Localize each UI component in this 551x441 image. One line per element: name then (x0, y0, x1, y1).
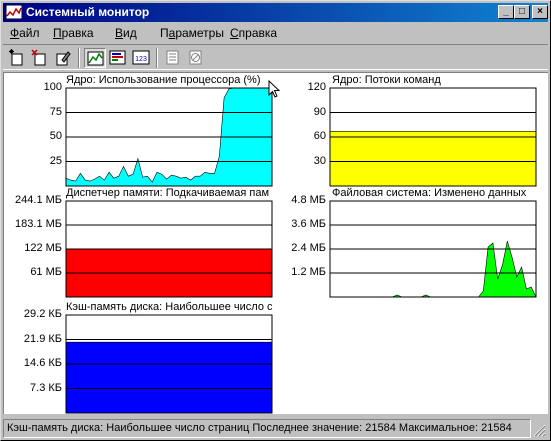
resize-grip-icon[interactable] (533, 424, 546, 437)
menu-edit-accesskey: П (53, 26, 62, 40)
edit-chart-icon (56, 51, 71, 66)
menu-view-accesskey: В (115, 26, 124, 40)
delete-chart-icon (31, 49, 46, 66)
bar-view-icon (109, 50, 126, 65)
status-bar: Кэш-память диска: Наибольшее число стран… (3, 418, 548, 439)
menu-edit-rest: равка (61, 26, 94, 40)
menu-file[interactable]: Файл (10, 26, 40, 40)
delete-chart-button[interactable] (29, 48, 51, 68)
clear-icon (189, 50, 202, 65)
numeric-view-text: 123 (135, 56, 147, 63)
options-button[interactable] (162, 48, 184, 68)
bar-view-button[interactable] (107, 48, 129, 68)
menu-help-rest: правка (238, 26, 278, 40)
menu-help[interactable]: Справка (230, 26, 277, 40)
menu-options-prefix: П (160, 26, 169, 40)
close-button[interactable]: × (532, 5, 548, 19)
new-chart-icon (9, 49, 23, 66)
menu-bar: Файл Правка Вид Параметры Справка (3, 23, 548, 42)
menu-file-rest: айл (19, 26, 40, 40)
menu-help-accesskey: С (230, 26, 239, 40)
menu-options[interactable]: Параметры (160, 26, 224, 40)
app-icon (5, 4, 23, 20)
line-view-icon (87, 51, 104, 66)
status-text: Кэш-память диска: Наибольшее число стран… (3, 419, 531, 438)
window-title: Системный монитор (26, 5, 150, 19)
new-chart-button[interactable] (6, 48, 28, 68)
system-monitor-window: Системный монитор _ □ × Файл Правка Вид … (0, 0, 551, 441)
minimize-button[interactable]: _ (498, 5, 514, 19)
line-view-button[interactable] (84, 48, 106, 68)
menu-edit[interactable]: Правка (53, 26, 94, 40)
disk-cache-chart (65, 314, 273, 414)
menu-view-rest: ид (123, 26, 137, 40)
maximize-button[interactable]: □ (514, 5, 530, 19)
clear-button[interactable] (185, 48, 207, 68)
chart-area: Ядро: Использование процессора (%) 100 75 5… (3, 72, 548, 414)
menu-view[interactable]: Вид (115, 26, 137, 40)
disk-cache-series-area (65, 341, 273, 414)
mouse-cursor-icon (268, 80, 281, 98)
numeric-view-icon: 123 (132, 50, 150, 65)
numeric-view-button[interactable]: 123 (130, 48, 152, 68)
edit-chart-button[interactable] (52, 48, 74, 68)
title-bar[interactable]: Системный монитор _ □ × (3, 3, 548, 22)
toolbar: 123 (3, 44, 548, 70)
options-icon (166, 50, 179, 65)
menu-file-accesskey: Ф (10, 26, 20, 40)
toolbar-separator (156, 48, 158, 68)
toolbar-separator (78, 48, 80, 68)
menu-options-rest: раметры (175, 26, 224, 40)
